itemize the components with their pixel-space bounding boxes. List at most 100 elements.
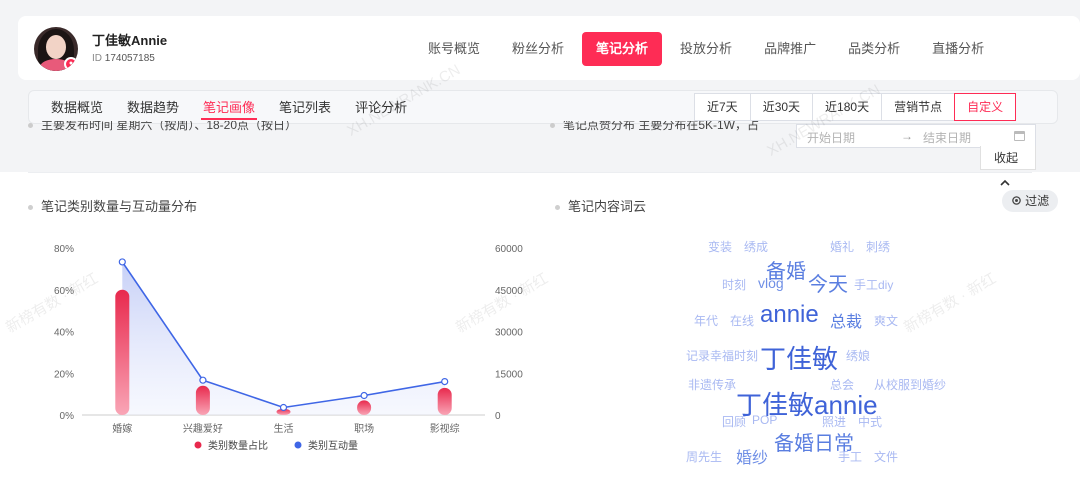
sub-nav-tab-3[interactable]: 笔记列表 (267, 91, 343, 124)
main-nav-tab-6[interactable]: 直播分析 (918, 32, 998, 66)
date-range-button-1[interactable]: 近30天 (749, 93, 814, 121)
main-nav-tab-5[interactable]: 品类分析 (834, 32, 914, 66)
interaction-point (118, 258, 126, 266)
wordcloud-section-title: 笔记内容词云 (555, 196, 646, 215)
category-bar (437, 387, 452, 415)
chevron-up-icon (1000, 179, 1010, 186)
main-nav: 账号概览 粉丝分析 笔记分析 投放分析 品牌推广 品类分析 直播分析 (414, 32, 1002, 66)
interaction-point (441, 378, 449, 386)
x-tick-label: 兴趣爱好 (183, 422, 223, 435)
legend-label-line: 类别互动量 (308, 439, 358, 452)
publish-time-summary: 主要发布时间 星期六（按周）、18-20点（按日） (28, 121, 528, 135)
wordcloud-section-label: 笔记内容词云 (568, 199, 647, 214)
x-tick-label: 生活 (274, 422, 294, 435)
word-cloud-term[interactable]: 婚纱 (736, 444, 768, 468)
word-cloud-term[interactable]: 绣成 (744, 238, 768, 255)
date-range-input[interactable]: 开始日期 → 结束日期 (796, 124, 1036, 148)
word-cloud-term[interactable]: 绣娘 (846, 347, 870, 364)
main-nav-tab-1[interactable]: 粉丝分析 (498, 32, 578, 66)
y-left-tick: 80% (54, 244, 74, 255)
y-right-tick: 15000 (495, 369, 523, 380)
word-cloud-term[interactable]: 刺绣 (866, 238, 890, 255)
account-id-label: ID (92, 53, 102, 64)
account-header: ● 丁佳敏Annie ID 174057185 账号概览 粉丝分析 笔记分析 投放分析… (18, 16, 1080, 80)
account-name: 丁佳敏Annie (92, 33, 168, 48)
collapse-button[interactable]: 收起 (980, 146, 1036, 186)
calendar-icon[interactable] (1014, 131, 1025, 141)
category-section-label: 笔记类别数量与互动量分布 (41, 199, 198, 214)
word-cloud-term[interactable]: 手工 (838, 448, 862, 465)
category-chart: 80%60%40%20%0%600004500030000150000婚嫁 兴趣爱… (54, 244, 523, 452)
sub-nav-tab-2[interactable]: 笔记画像 (191, 91, 267, 124)
category-bar (357, 400, 372, 415)
word-cloud-term[interactable]: 记录幸福时刻 (686, 347, 758, 364)
date-range-button-0[interactable]: 近7天 (694, 93, 751, 121)
y-left-tick: 0% (60, 411, 75, 422)
word-cloud-term[interactable]: 文件 (874, 448, 898, 465)
legend-dot-line (294, 441, 302, 449)
avatar[interactable]: ● (34, 27, 78, 71)
category-section-title: 笔记类别数量与互动量分布 (28, 196, 197, 215)
end-date-input[interactable]: 结束日期 (923, 129, 971, 146)
word-cloud-term[interactable]: annie (760, 301, 819, 329)
y-right-tick: 0 (495, 411, 501, 422)
word-cloud-term[interactable]: 婚礼 (830, 238, 854, 255)
interaction-area (122, 261, 445, 415)
interaction-point (279, 403, 288, 412)
likes-text: 笔记点赞分布 主要分布在5K-1W，占 (563, 121, 760, 132)
legend-dot-bar (194, 441, 202, 449)
word-cloud-term[interactable]: 年代 (694, 312, 718, 329)
word-cloud: 变装 绣成 婚礼 刺绣 备婚 时刻 vlog 今天 手工diy 年代 在线 annie 总裁 爽文 记录幸福… (660, 228, 960, 473)
main-nav-tab-4[interactable]: 品牌推广 (750, 32, 830, 66)
word-cloud-term[interactable]: 周先生 (686, 448, 722, 465)
filter-label: 过滤 (1025, 194, 1050, 208)
y-right-tick: 30000 (495, 328, 523, 339)
section-divider (28, 172, 1032, 173)
x-tick-label: 影视综 (430, 422, 460, 435)
filter-gear-icon (1012, 196, 1021, 205)
y-left-tick: 20% (54, 369, 74, 380)
interaction-point (199, 376, 207, 384)
sub-nav-tab-1[interactable]: 数据趋势 (115, 91, 191, 124)
bullet-dot (28, 205, 33, 211)
main-nav-tab-3[interactable]: 投放分析 (666, 32, 746, 66)
bullet-dot (550, 123, 555, 129)
category-bar (195, 385, 210, 415)
word-cloud-term[interactable]: 手工diy (854, 276, 893, 293)
word-cloud-term[interactable]: 丁佳敏 (760, 339, 838, 376)
main-nav-tab-2[interactable]: 笔记分析 (582, 32, 663, 66)
filter-button[interactable]: 过滤 (1002, 190, 1058, 212)
platform-badge-icon: ● (64, 57, 78, 71)
category-bar (115, 289, 130, 415)
collapse-label: 收起 (994, 151, 1019, 165)
sub-nav-tab-0[interactable]: 数据概览 (39, 91, 115, 124)
word-cloud-term[interactable]: 今天 (808, 268, 848, 297)
date-range-button-4[interactable]: 自定义 (954, 93, 1017, 121)
account-id-value: 174057185 (104, 53, 155, 64)
word-cloud-term[interactable]: 回顾 (722, 413, 746, 430)
account-id: ID 174057185 (92, 53, 155, 64)
legend-label-bar: 类别数量占比 (208, 439, 268, 452)
word-cloud-term[interactable]: 在线 (730, 312, 754, 329)
publish-time-text: 主要发布时间 星期六（按周）、18-20点（按日） (41, 121, 298, 132)
interaction-point (360, 391, 368, 400)
word-cloud-term[interactable]: 变装 (708, 238, 732, 255)
avatar-face (46, 35, 66, 59)
word-cloud-term[interactable]: vlog (758, 275, 784, 291)
y-right-tick: 60000 (495, 244, 523, 255)
word-cloud-term[interactable]: POP (752, 413, 777, 427)
range-arrow-icon: → (901, 129, 913, 143)
x-tick-label: 职场 (354, 422, 374, 435)
y-left-tick: 40% (54, 328, 74, 339)
word-cloud-term[interactable]: 非遗传承 (688, 376, 736, 393)
likes-summary: 笔记点赞分布 主要分布在5K-1W，占 (550, 121, 796, 135)
word-cloud-term[interactable]: 总裁 (830, 308, 862, 332)
word-cloud-term[interactable]: 中式 (858, 413, 882, 430)
word-cloud-term[interactable]: 时刻 (722, 276, 746, 293)
bullet-dot (28, 123, 33, 129)
word-cloud-term[interactable]: 从校服到婚纱 (874, 376, 946, 393)
x-tick-label: 婚嫁 (112, 422, 132, 435)
word-cloud-term[interactable]: 爽文 (874, 312, 898, 329)
bullet-dot (555, 205, 560, 211)
date-range-button-3[interactable]: 营销节点 (881, 93, 956, 121)
